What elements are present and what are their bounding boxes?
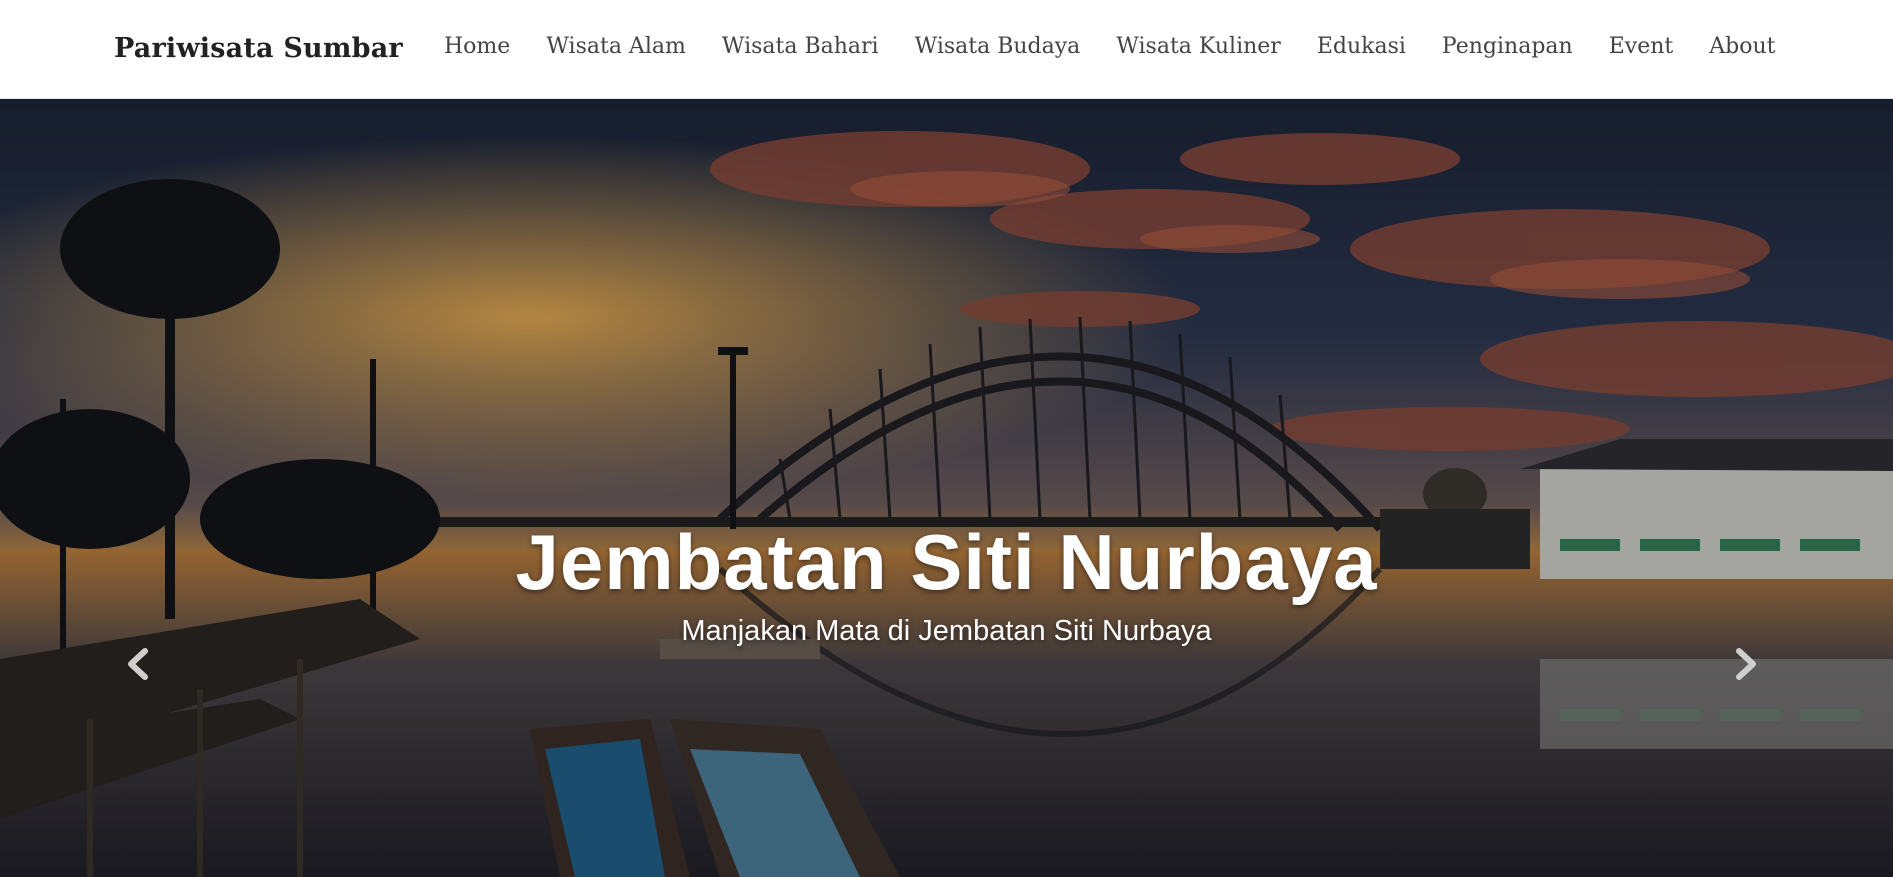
hero-caption-subtitle: Manjakan Mata di Jembatan Siti Nurbaya (681, 615, 1212, 647)
hero-dark-overlay (0, 99, 1893, 877)
nav-item-wisata-bahari[interactable]: Wisata Bahari (722, 34, 879, 59)
nav-item-wisata-budaya[interactable]: Wisata Budaya (915, 34, 1081, 59)
carousel-prev-button[interactable] (118, 639, 158, 689)
nav-item-wisata-alam[interactable]: Wisata Alam (546, 34, 686, 59)
nav-item-penginapan[interactable]: Penginapan (1442, 34, 1573, 59)
chevron-left-icon (128, 648, 148, 680)
carousel-next-button[interactable] (1726, 639, 1766, 689)
nav-item-home[interactable]: Home (444, 34, 510, 59)
hero-carousel: Jembatan Siti Nurbaya Manjakan Mata di J… (0, 99, 1893, 877)
brand-logo-link[interactable]: Pariwisata Sumbar (114, 33, 403, 64)
nav-item-event[interactable]: Event (1609, 34, 1674, 59)
nav-item-edukasi[interactable]: Edukasi (1317, 34, 1406, 59)
hero-caption-title: Jembatan Siti Nurbaya (515, 518, 1378, 606)
top-navbar: Pariwisata Sumbar Home Wisata Alam Wisat… (0, 0, 1893, 99)
nav-item-about[interactable]: About (1709, 34, 1775, 59)
nav-item-wisata-kuliner[interactable]: Wisata Kuliner (1116, 34, 1281, 59)
chevron-right-icon (1736, 648, 1756, 680)
nav-menu: Home Wisata Alam Wisata Bahari Wisata Bu… (444, 34, 1811, 59)
